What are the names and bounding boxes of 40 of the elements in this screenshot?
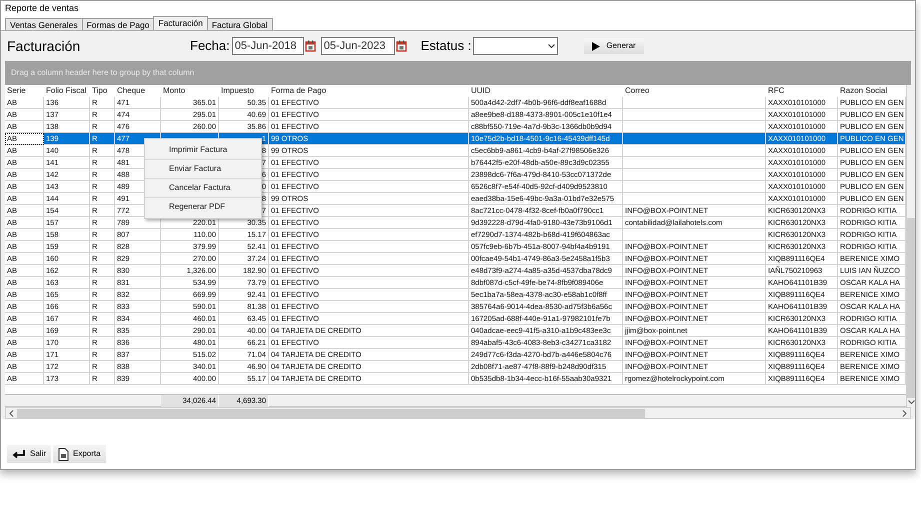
column-header[interactable]: UUID bbox=[469, 85, 623, 97]
date-field[interactable]: 05-Jun-2023 bbox=[320, 37, 395, 55]
column-header[interactable]: Monto bbox=[161, 85, 219, 97]
window-title: Reporte de ventas bbox=[5, 2, 79, 16]
date-label: Fecha: bbox=[190, 37, 230, 56]
status-label: Estatus : bbox=[420, 37, 472, 56]
column-header[interactable]: Serie bbox=[5, 85, 44, 97]
tab[interactable]: Factura Global bbox=[206, 18, 273, 30]
column-header[interactable]: Razon Social bbox=[838, 85, 906, 97]
tab[interactable]: Ventas Generales bbox=[5, 18, 83, 30]
export-button[interactable]: Exporta bbox=[53, 445, 106, 463]
return-arrow-icon bbox=[12, 449, 26, 459]
column-header[interactable]: Impuesto bbox=[219, 85, 269, 97]
group-hint: Drag a column header here to group by that column bbox=[11, 67, 194, 79]
column-header[interactable]: RFC bbox=[766, 85, 838, 97]
document-icon bbox=[58, 448, 70, 460]
page-heading: Facturación bbox=[7, 36, 82, 56]
horizontal-scrollbar[interactable] bbox=[5, 407, 911, 419]
column-header[interactable]: Forma de Pago bbox=[269, 85, 469, 97]
column-header[interactable]: Cheque bbox=[115, 85, 161, 97]
play-icon bbox=[592, 42, 600, 50]
scroll-right-icon[interactable] bbox=[902, 410, 907, 416]
scroll-down-icon[interactable] bbox=[908, 400, 914, 405]
chevron-down-icon bbox=[548, 44, 556, 48]
status-dropdown[interactable] bbox=[473, 37, 558, 55]
scroll-left-icon[interactable] bbox=[9, 410, 14, 416]
date-field[interactable]: 05-Jun-2018 bbox=[232, 37, 304, 55]
column-header[interactable]: Correo bbox=[623, 85, 766, 97]
menu-item[interactable]: Enviar Factura bbox=[147, 160, 259, 178]
exit-button[interactable]: Salir bbox=[7, 445, 52, 463]
menu-item[interactable]: Regenerar PDF bbox=[147, 198, 259, 216]
calendar-icon[interactable] bbox=[396, 40, 407, 52]
column-header[interactable]: Folio Fiscal bbox=[44, 85, 90, 97]
tab[interactable]: Formas de Pago bbox=[82, 18, 154, 30]
vertical-scrollbar[interactable] bbox=[906, 85, 915, 407]
tab[interactable]: Facturación bbox=[153, 16, 208, 30]
calendar-icon[interactable] bbox=[304, 40, 316, 52]
column-header[interactable]: Tipo bbox=[90, 85, 115, 97]
menu-item[interactable]: Cancelar Factura bbox=[147, 179, 259, 197]
generate-button[interactable]: Generar bbox=[584, 38, 644, 54]
